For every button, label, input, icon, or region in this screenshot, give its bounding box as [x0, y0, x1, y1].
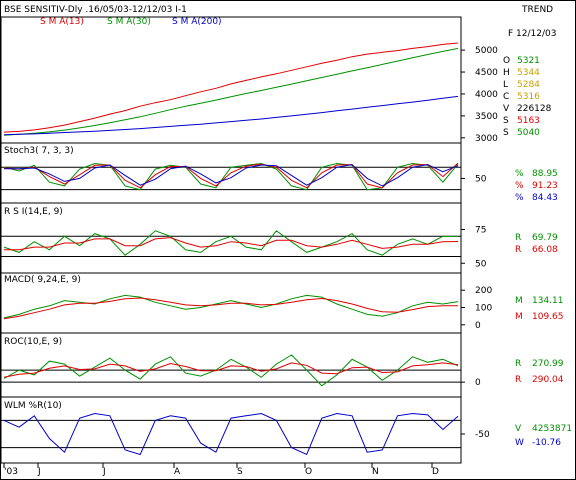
rsi-readout-value: 69.79	[532, 233, 558, 243]
sma30-label: S M A(30)	[107, 17, 151, 27]
x-tick-label: J	[102, 467, 106, 477]
info-value: 5284	[517, 80, 540, 90]
macd-y-tick: 100	[475, 304, 492, 314]
info-value: 226128	[517, 104, 552, 114]
rsi-panel: 75 50 R 69.79 R 66.08	[1, 226, 558, 269]
info-value: 5344	[517, 68, 540, 78]
stoch-readout-value: 88.95	[532, 169, 558, 179]
macd-series-0	[3, 294, 459, 319]
stoch-panel: 50% 88.95% 91.23% 84.43	[1, 162, 558, 203]
info-key: S	[503, 116, 509, 126]
wlm-panel-frame	[0, 396, 462, 464]
x-tick-label: '03	[4, 467, 18, 477]
roc-readout-value: 290.04	[532, 375, 564, 385]
macd-readout-value: 134.11	[532, 296, 564, 306]
rsi-series-1	[4, 237, 459, 251]
stoch-readout-key: %	[515, 169, 524, 179]
info-date: F 12/12/03	[508, 29, 556, 39]
macd-readout-key: M	[515, 312, 523, 322]
price-y-tick: 3000	[475, 134, 498, 144]
wlm-title: WLM %R(10)	[4, 401, 62, 411]
rsi-panel-frame	[0, 202, 462, 274]
price-series-0	[3, 42, 459, 133]
rsi-readout-value: 66.08	[532, 245, 558, 255]
x-tick-label: O	[305, 467, 312, 477]
plots: 3000350040004500500050% 88.95% 91.23% 84.43…	[1, 42, 572, 456]
info-value: 5316	[517, 92, 540, 102]
wlm-readout-key: V	[515, 424, 522, 434]
macd-y-tick: 200	[475, 286, 492, 296]
macd-title: MACD( 9,24,E, 9)	[4, 275, 81, 285]
price-series-1	[3, 47, 459, 136]
sma200-label: S M A(200)	[172, 17, 222, 27]
info-value: 5321	[517, 56, 540, 66]
info-key: C	[503, 92, 509, 102]
price-y-tick: 4000	[475, 90, 498, 100]
rsi-title: R S I(14,E, 9)	[4, 207, 63, 217]
price-panel: 3000 3500 4000 4500 5000	[3, 42, 498, 144]
info-key: H	[503, 68, 510, 78]
rsi-readout-key: R	[515, 245, 521, 255]
wlm-series-0	[3, 412, 459, 456]
info-key: O	[503, 56, 510, 66]
stoch-readout-key: %	[515, 193, 524, 203]
info-key: S	[503, 128, 509, 138]
macd-panel: 200 100 0 M 134.11 M 109.65	[3, 286, 564, 331]
chart-canvas: BSE SENSITIV-Dly .16/05/03-12/12/03 I-1 …	[0, 0, 576, 480]
price-y-tick: 3500	[475, 112, 498, 122]
macd-y-tick: 0	[475, 321, 481, 331]
x-tick-label: J	[37, 467, 41, 477]
chart-title: BSE SENSITIV-Dly .16/05/03-12/12/03 I-1	[4, 5, 187, 15]
stoch-readout-value: 84.43	[532, 193, 558, 203]
info-value: 5163	[517, 116, 540, 126]
x-tick-label: D	[432, 467, 439, 477]
wlm-readout-value: 4253871	[532, 424, 572, 434]
stoch-title: Stoch3( 7, 3, 3)	[4, 146, 74, 156]
x-tick-label: S	[237, 467, 243, 477]
roc-title: ROC(10,E, 9)	[4, 337, 62, 347]
roc-panel-frame	[0, 332, 462, 398]
info-key: L	[503, 80, 508, 90]
roc-readout-value: 270.99	[532, 359, 564, 369]
info-key: V	[503, 104, 510, 114]
roc-readout-key: R	[515, 359, 521, 369]
stoch-y-tick: 50	[475, 174, 487, 184]
x-axis: '03 J J A S O N D	[3, 463, 439, 477]
x-tick-label: A	[174, 467, 181, 477]
roc-y-tick: 0	[475, 378, 481, 388]
wlm-panel: -50 V 4253871 W -10.76	[1, 412, 572, 456]
rsi-y-tick: 50	[475, 259, 487, 269]
trend-label: TREND	[521, 5, 553, 15]
info-value: 5040	[517, 128, 540, 138]
x-tick-label: N	[372, 467, 379, 477]
price-y-tick: 4500	[475, 68, 498, 78]
info-rows: O 5321 H 5344 L 5284 C 5316 V 226128 S 5163 S 5040	[503, 56, 552, 138]
macd-readout-value: 109.65	[532, 312, 564, 322]
sma13-label: S M A(13)	[40, 17, 84, 27]
stoch-readout-key: %	[515, 181, 524, 191]
roc-panel: 0 R 270.99 R 290.04	[1, 354, 564, 388]
wlm-y-tick: -50	[475, 430, 490, 440]
roc-readout-key: R	[515, 375, 521, 385]
rsi-y-tick: 75	[475, 226, 486, 236]
rsi-readout-key: R	[515, 233, 521, 243]
wlm-readout-value: -10.76	[532, 438, 561, 448]
stoch-readout-value: 91.23	[532, 181, 558, 191]
price-y-tick: 5000	[475, 46, 498, 56]
macd-readout-key: M	[515, 296, 523, 306]
wlm-readout-key: W	[515, 438, 524, 448]
